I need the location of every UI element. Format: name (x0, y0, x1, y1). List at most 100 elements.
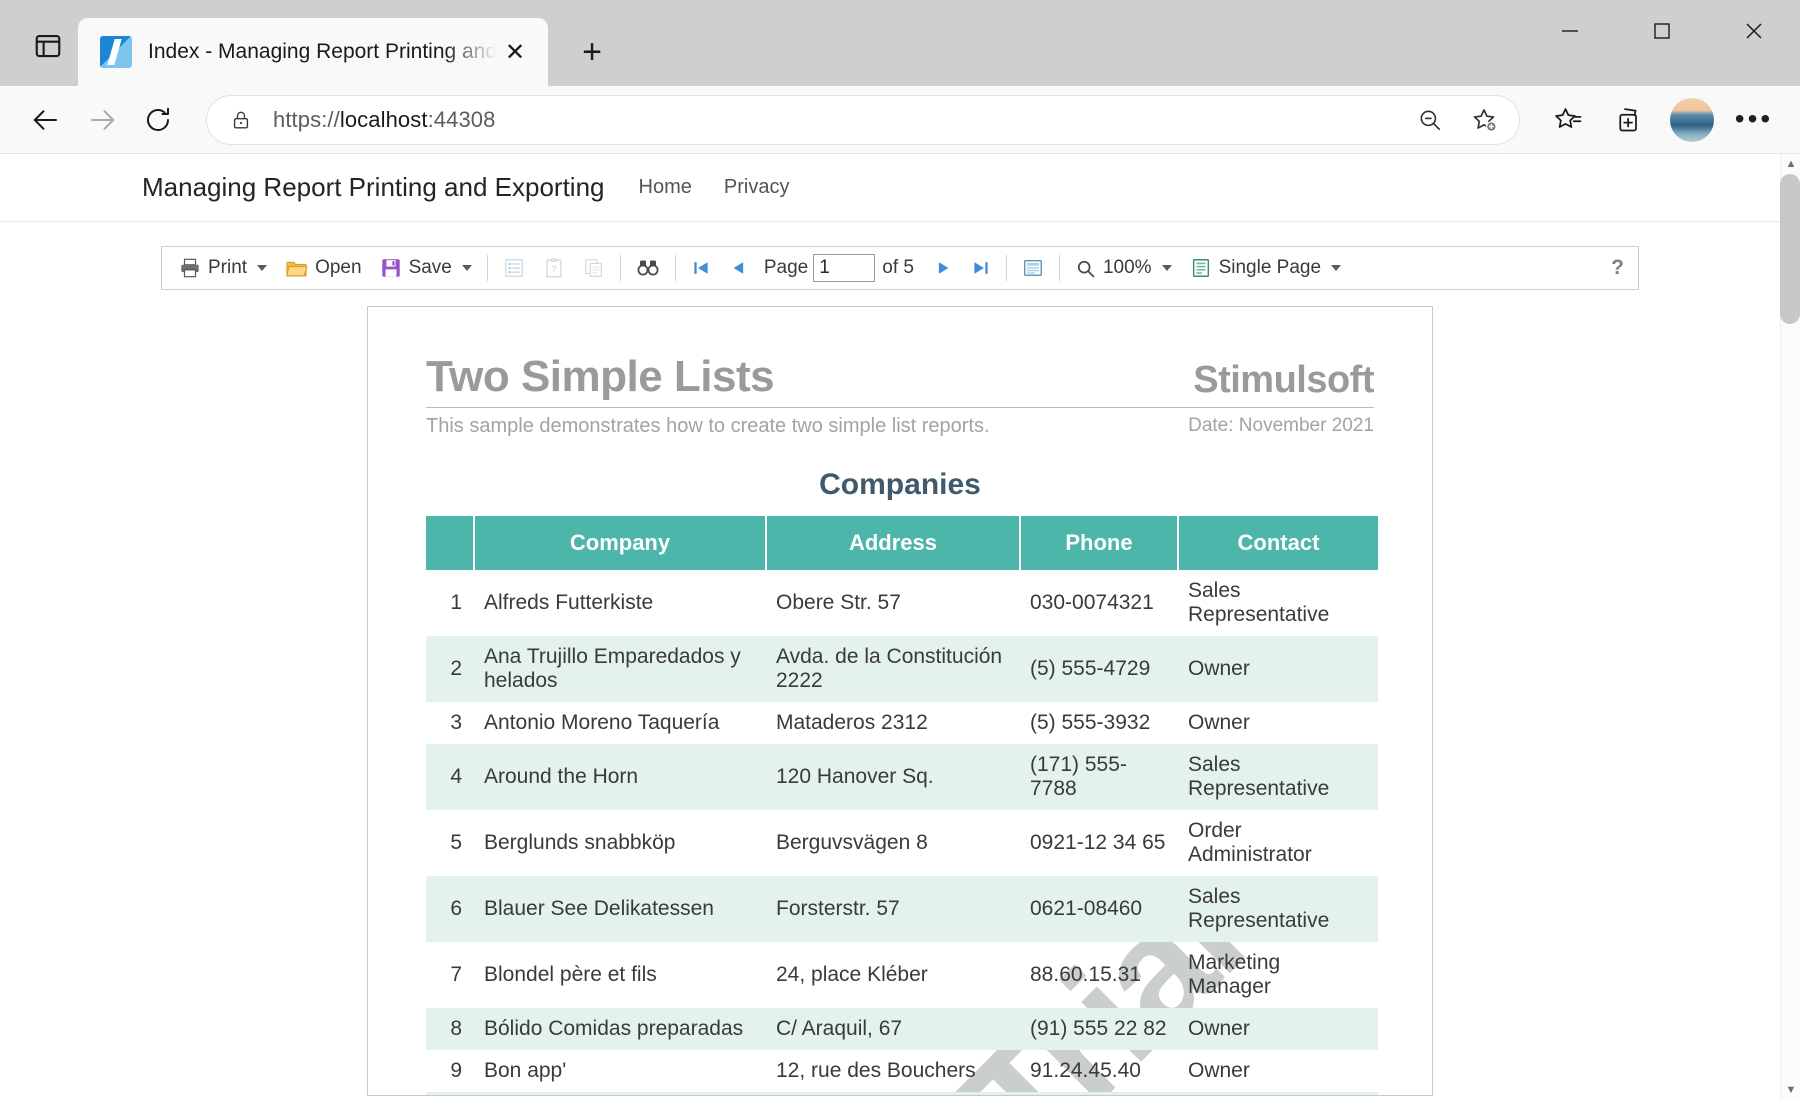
companies-table: Company Address Phone Contact 1Alfreds F… (426, 516, 1378, 1096)
print-button[interactable]: Print (170, 250, 276, 286)
scroll-up-arrow[interactable]: ▲ (1781, 154, 1800, 174)
nav-link-home[interactable]: Home (639, 176, 692, 199)
table-row: 8Bólido Comidas preparadasC/ Araquil, 67… (426, 1008, 1378, 1050)
report-page-wrap: Trial Two Simple Lists Stimulsoft This s… (0, 306, 1800, 1096)
cell-address: Mataderos 2312 (766, 702, 1020, 744)
help-button[interactable]: ? (1611, 256, 1624, 280)
toolbar-separator (1006, 255, 1007, 281)
browser-tab[interactable]: Index - Managing Report Printing and Exp… (78, 18, 548, 86)
cell-contact: Order Administrator (1178, 810, 1378, 876)
report-page: Trial Two Simple Lists Stimulsoft This s… (367, 306, 1433, 1096)
scroll-down-arrow[interactable]: ▼ (1781, 1080, 1800, 1100)
forward-icon[interactable] (74, 92, 130, 148)
table-head: Company Address Phone Contact (426, 516, 1378, 570)
find-button[interactable] (627, 250, 669, 286)
chevron-down-icon[interactable] (257, 265, 267, 271)
cell-contact: Owner (1178, 1008, 1378, 1050)
minimize-button[interactable] (1524, 0, 1616, 62)
cell-contact: Owner (1178, 1050, 1378, 1092)
cell-company: Bon app' (474, 1050, 766, 1092)
cell-index: 2 (426, 636, 474, 702)
bookmarks-button[interactable] (494, 250, 534, 286)
full-screen-button[interactable] (1013, 250, 1053, 286)
cell-company: Around the Horn (474, 744, 766, 810)
save-button[interactable]: Save (371, 250, 481, 286)
browser-titlebar: Index - Managing Report Printing and Exp… (0, 0, 1800, 86)
cell-phone: 030-0074321 (1020, 570, 1178, 636)
tab-search-button[interactable] (18, 18, 78, 74)
parameters-button[interactable]: ? (534, 250, 574, 286)
refresh-icon[interactable] (130, 92, 186, 148)
chevron-down-icon[interactable] (1162, 265, 1172, 271)
toolbar-separator (620, 255, 621, 281)
cell-phone: 0621-08460 (1020, 876, 1178, 942)
scrollbar-thumb[interactable] (1780, 174, 1800, 324)
table-row: 1Alfreds FutterkisteObere Str. 57030-007… (426, 570, 1378, 636)
table-row: 4Around the Horn120 Hanover Sq.(171) 555… (426, 744, 1378, 810)
cell-company: Blauer See Delikatessen (474, 876, 766, 942)
page-viewport: Managing Report Printing and Exporting H… (0, 154, 1800, 1100)
view-mode-button[interactable]: Single Page (1181, 250, 1350, 286)
cell-address: 23 Tsawwassen Blvd. (766, 1092, 1020, 1096)
toolbar-separator (675, 255, 676, 281)
cell-address: Berguvsvägen 8 (766, 810, 1020, 876)
nav-link-privacy[interactable]: Privacy (724, 176, 790, 199)
page-scrollbar[interactable]: ▲ ▼ (1780, 154, 1800, 1100)
chevron-down-icon[interactable] (462, 265, 472, 271)
lock-icon (227, 109, 255, 131)
favorites-icon[interactable] (1540, 92, 1596, 148)
zoom-button[interactable]: 100% (1066, 250, 1181, 286)
cell-address: 24, place Kléber (766, 942, 1020, 1008)
page-number-input[interactable] (813, 254, 875, 282)
new-tab-button[interactable]: + (568, 28, 616, 76)
zoom-out-icon[interactable] (1405, 95, 1455, 145)
stimulsoft-favicon (100, 36, 132, 68)
last-page-button[interactable] (962, 250, 1000, 286)
address-bar[interactable]: https://localhost:44308 (206, 95, 1520, 145)
browser-navbar: https://localhost:44308 (0, 86, 1800, 154)
back-icon[interactable] (18, 92, 74, 148)
close-icon[interactable]: ✕ (496, 33, 534, 71)
url-port: :44308 (428, 107, 496, 132)
print-label: Print (208, 257, 247, 279)
cell-phone: (604) 555-4729 (1020, 1092, 1178, 1096)
cell-contact: Sales Representative (1178, 876, 1378, 942)
cell-phone: 91.24.45.40 (1020, 1050, 1178, 1092)
open-button[interactable]: Open (276, 250, 370, 286)
zoom-level: 100% (1103, 257, 1152, 279)
window-close-button[interactable] (1708, 0, 1800, 62)
prev-page-button[interactable] (720, 250, 758, 286)
window-controls (1524, 0, 1800, 62)
cell-phone: (5) 555-4729 (1020, 636, 1178, 702)
maximize-button[interactable] (1616, 0, 1708, 62)
next-page-button[interactable] (924, 250, 962, 286)
cell-company: Ana Trujillo Emparedados y helados (474, 636, 766, 702)
settings-and-more-icon[interactable]: ••• (1726, 92, 1782, 148)
cell-phone: 0921-12 34 65 (1020, 810, 1178, 876)
page-count: 5 (903, 257, 914, 278)
collections-icon[interactable] (1602, 92, 1658, 148)
url-text[interactable]: https://localhost:44308 (273, 107, 1405, 133)
cell-company: Antonio Moreno Taquería (474, 702, 766, 744)
resources-button[interactable] (574, 250, 614, 286)
site-header: Managing Report Printing and Exporting H… (0, 154, 1800, 222)
report-viewer: Print Open (0, 222, 1800, 1096)
profile-avatar[interactable] (1664, 92, 1720, 148)
cell-phone: (171) 555-7788 (1020, 744, 1178, 810)
table-row: 7Blondel père et fils24, place Kléber88.… (426, 942, 1378, 1008)
cell-index: 7 (426, 942, 474, 1008)
add-favorite-icon[interactable] (1459, 95, 1509, 145)
cell-address: 12, rue des Bouchers (766, 1050, 1020, 1092)
cell-address: Forsterstr. 57 (766, 876, 1020, 942)
cell-index: 6 (426, 876, 474, 942)
first-page-button[interactable] (682, 250, 720, 286)
of-label: of (882, 257, 898, 278)
table-row: 9Bon app'12, rue des Bouchers91.24.45.40… (426, 1050, 1378, 1092)
cell-address: Obere Str. 57 (766, 570, 1020, 636)
svg-text:?: ? (551, 264, 557, 274)
tab-title: Index - Managing Report Printing and Exp… (148, 40, 496, 64)
site-brand[interactable]: Managing Report Printing and Exporting (142, 172, 605, 203)
report-subtitle: This sample demonstrates how to create t… (426, 415, 990, 438)
table-row: 3Antonio Moreno TaqueríaMataderos 2312(5… (426, 702, 1378, 744)
chevron-down-icon[interactable] (1331, 265, 1341, 271)
